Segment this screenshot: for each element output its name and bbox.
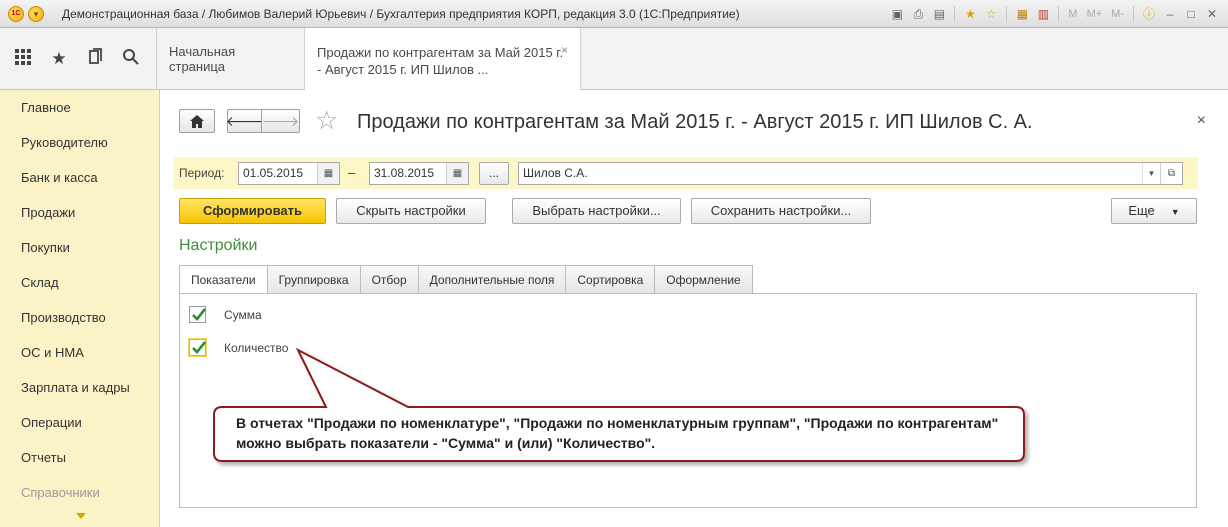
callout-text: В отчетах "Продажи по номенклатуре", "Пр… [236, 415, 999, 451]
